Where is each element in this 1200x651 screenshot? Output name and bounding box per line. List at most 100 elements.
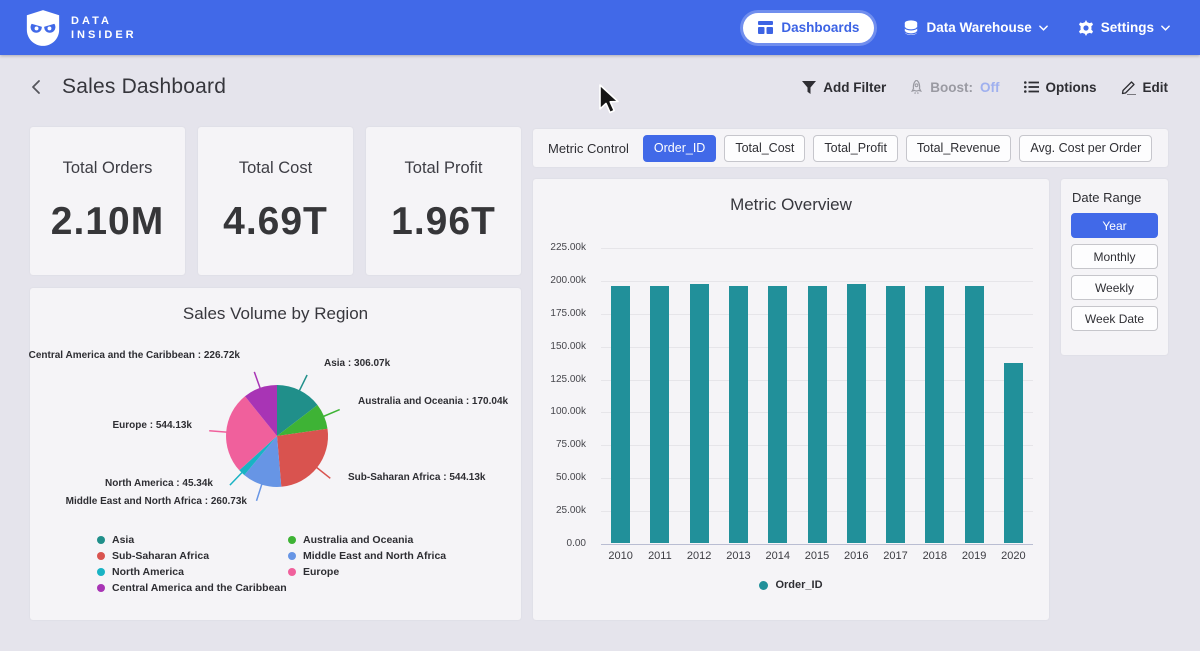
legend-item-sub-saharan-africa[interactable]: Sub-Saharan Africa: [97, 550, 287, 561]
dashboards-button[interactable]: Dashboards: [743, 13, 874, 43]
legend-item-central-america-and-the-caribbean[interactable]: Central America and the Caribbean: [97, 582, 287, 593]
edit-button[interactable]: Edit: [1121, 80, 1169, 95]
metric-control-bar: Metric Control Order_ID Total_Cost Total_P…: [533, 129, 1168, 167]
legend-label: North America: [112, 566, 184, 578]
pie-label-asia: Asia : 306.07k: [324, 358, 390, 369]
legend-label: Order_ID: [775, 579, 822, 591]
data-warehouse-menu[interactable]: Data Warehouse: [904, 20, 1047, 36]
bar-2014[interactable]: [768, 286, 787, 543]
kpi-label: Total Profit: [405, 159, 483, 178]
dashboards-label: Dashboards: [781, 20, 859, 35]
back-icon[interactable]: [28, 78, 46, 96]
edit-label: Edit: [1143, 80, 1169, 95]
legend-label: Asia: [112, 534, 134, 546]
pie-label-middle-east-north-africa: Middle East and North Africa : 260.73k: [66, 496, 247, 507]
gear-icon: [1078, 20, 1094, 36]
metric-option-avg-cost-per-order[interactable]: Avg. Cost per Order: [1019, 135, 1152, 162]
brand-logo[interactable]: DATA INSIDER: [26, 9, 137, 47]
pie-leader-line: [322, 410, 340, 417]
legend-item-asia[interactable]: Asia: [97, 534, 287, 545]
kpi-value: 4.69T: [223, 200, 328, 244]
pie-leader-line: [254, 372, 260, 390]
kpi-card-total-cost: Total Cost 4.69T: [198, 127, 353, 275]
date-range-button-group: Year Monthly Weekly Week Date: [1061, 213, 1168, 331]
pie-label-sub-saharan-africa: Sub-Saharan Africa : 544.13k: [348, 472, 485, 483]
bar-chart-plot: [601, 248, 1033, 544]
y-axis-tick: 50.00k: [533, 472, 586, 483]
legend-dot: [97, 536, 105, 544]
y-axis-tick: 125.00k: [533, 374, 586, 385]
legend-label: Europe: [303, 566, 339, 578]
kpi-value: 2.10M: [51, 200, 164, 244]
pie-label-central-america: Central America and the Caribbean : 226.…: [29, 350, 240, 361]
date-range-option-year[interactable]: Year: [1071, 213, 1158, 238]
page-title: Sales Dashboard: [62, 75, 226, 99]
legend-dot: [288, 536, 296, 544]
x-axis-tick: 2010: [601, 550, 640, 562]
options-label: Options: [1046, 80, 1097, 95]
bar-2010[interactable]: [611, 286, 630, 543]
date-range-option-week-date[interactable]: Week Date: [1071, 306, 1158, 331]
boost-state: Off: [980, 80, 1000, 95]
page-header: Sales Dashboard Add Filter Boost: Off Op…: [0, 55, 1200, 119]
bar-2017[interactable]: [886, 286, 905, 543]
pie-legend-column-1: Asia Sub-Saharan Africa North America Centr…: [97, 534, 287, 598]
legend-item-australia-and-oceania[interactable]: Australia and Oceania: [288, 534, 446, 545]
legend-item-middle-east-and-north-africa[interactable]: Middle East and North Africa: [288, 550, 446, 561]
date-range-option-monthly[interactable]: Monthly: [1071, 244, 1158, 269]
x-axis-tick: 2012: [680, 550, 719, 562]
metric-option-order-id[interactable]: Order_ID: [643, 135, 716, 162]
legend-dot: [288, 552, 296, 560]
bar-2018[interactable]: [925, 286, 944, 543]
brand-name: DATA INSIDER: [71, 14, 137, 42]
pie-leader-line: [315, 467, 330, 479]
legend-dot: [97, 552, 105, 560]
bar-2011[interactable]: [650, 286, 669, 543]
legend-dot: [97, 584, 105, 592]
settings-label: Settings: [1101, 20, 1154, 35]
chevron-down-icon: [1039, 25, 1048, 31]
kpi-label: Total Orders: [63, 159, 153, 178]
bar-2015[interactable]: [808, 286, 827, 543]
y-axis-tick: 225.00k: [533, 242, 586, 253]
legend-label: Sub-Saharan Africa: [112, 550, 209, 562]
gridline: [601, 544, 1033, 545]
kpi-card-total-orders: Total Orders 2.10M: [30, 127, 185, 275]
kpi-value: 1.96T: [391, 200, 496, 244]
pie-slice-sub-saharan-africa[interactable]: [277, 429, 328, 487]
bar-2020[interactable]: [1004, 363, 1023, 543]
options-button[interactable]: Options: [1024, 80, 1097, 95]
date-range-option-weekly[interactable]: Weekly: [1071, 275, 1158, 300]
metric-option-total-profit[interactable]: Total_Profit: [813, 135, 898, 162]
x-axis-tick: 2013: [719, 550, 758, 562]
settings-menu[interactable]: Settings: [1078, 20, 1170, 36]
bar-2013[interactable]: [729, 286, 748, 543]
bar-chart-card: Metric Overview 225.00k200.00k175.00k150…: [533, 179, 1049, 620]
metric-option-total-revenue[interactable]: Total_Revenue: [906, 135, 1011, 162]
bar-2016[interactable]: [847, 284, 866, 543]
add-filter-button[interactable]: Add Filter: [802, 80, 886, 95]
pencil-icon: [1121, 80, 1136, 95]
metric-option-total-cost[interactable]: Total_Cost: [724, 135, 805, 162]
metric-control-label: Metric Control: [548, 141, 629, 156]
bar-chart-title: Metric Overview: [533, 179, 1049, 215]
bar-2012[interactable]: [690, 284, 709, 543]
y-axis-tick: 150.00k: [533, 341, 586, 352]
legend-item-europe[interactable]: Europe: [288, 566, 446, 577]
legend-label: Middle East and North Africa: [303, 550, 446, 562]
top-navbar: DATA INSIDER Dashboards Data Warehouse: [0, 0, 1200, 55]
owl-logo-icon: [26, 9, 60, 47]
y-axis-tick: 0.00: [533, 538, 586, 549]
data-warehouse-label: Data Warehouse: [926, 20, 1031, 35]
list-options-icon: [1024, 81, 1039, 93]
chevron-down-icon: [1161, 25, 1170, 31]
bar-2019[interactable]: [965, 286, 984, 543]
legend-label: Australia and Oceania: [303, 534, 413, 546]
legend-item-north-america[interactable]: North America: [97, 566, 287, 577]
pie-chart-card: Sales Volume by Region Central America a…: [30, 288, 521, 620]
boost-toggle[interactable]: Boost: Off: [910, 80, 999, 95]
dashboard-grid-icon: [758, 21, 773, 34]
bar-chart-legend: Order_ID: [533, 579, 1049, 591]
legend-dot: [759, 581, 768, 590]
y-axis-tick: 75.00k: [533, 439, 586, 450]
